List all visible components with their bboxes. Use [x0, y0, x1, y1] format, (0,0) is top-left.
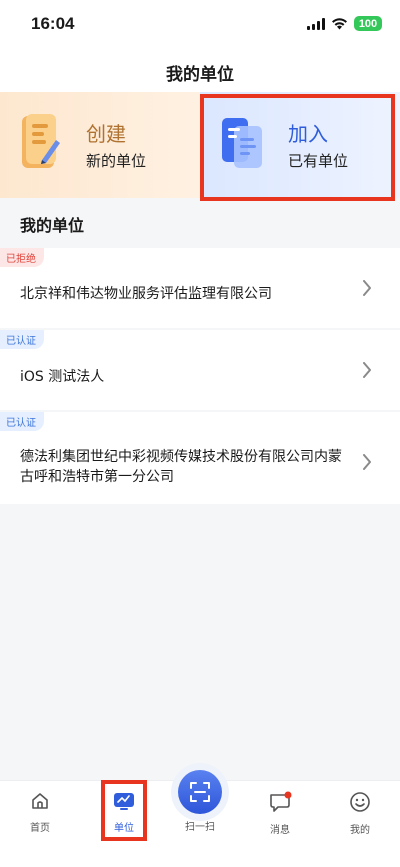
join-subtitle: 已有单位: [288, 152, 349, 170]
list-item[interactable]: 已认证 iOS 测试法人: [0, 330, 400, 410]
tab-messages-label: 消息: [270, 825, 290, 836]
unit-name: iOS 测试法人: [20, 369, 105, 385]
list-item[interactable]: 已拒绝 北京祥和伟达物业服务评估监理有限公司: [0, 248, 400, 328]
smile-icon: [350, 792, 370, 812]
create-unit-card[interactable]: 创建 新的单位: [0, 92, 200, 198]
scan-label: 扫一扫: [185, 822, 215, 833]
home-icon: [32, 793, 48, 809]
status-time: 16:04: [31, 14, 75, 33]
status-bar: 16:04 100: [0, 0, 400, 52]
unit-name: 北京祥和伟达物业服务评估监理有限公司: [20, 286, 272, 302]
action-banner: 创建 新的单位 加入 已有单位: [0, 92, 400, 198]
notebook-pen-icon: [22, 114, 60, 168]
signal-icon: [307, 17, 325, 30]
tab-home[interactable]: 首页: [10, 791, 70, 834]
status-badge: 已认证: [0, 330, 44, 349]
wifi-icon: [332, 18, 347, 30]
message-icon: [270, 791, 292, 812]
scan-icon: [190, 782, 210, 802]
chevron-right-icon: [363, 454, 371, 470]
tab-home-label: 首页: [30, 823, 50, 834]
status-icons: 100: [307, 16, 382, 31]
tab-mine-label: 我的: [350, 825, 370, 836]
chevron-right-icon: [363, 362, 371, 378]
unit-name: 德法利集团世纪中彩视频传媒技术股份有限公司内蒙古呼和浩特市第一分公司: [20, 449, 342, 485]
list-item[interactable]: 已认证 德法利集团世纪中彩视频传媒技术股份有限公司内蒙古呼和浩特市第一分公司: [0, 412, 400, 504]
section-title: 我的单位: [20, 216, 85, 235]
join-unit-card[interactable]: 加入 已有单位: [200, 92, 400, 198]
status-badge: 已认证: [0, 412, 44, 431]
unit-list: 已拒绝 北京祥和伟达物业服务评估监理有限公司 已认证 iOS 测试法人 已认证 …: [0, 248, 400, 506]
create-title: 创建: [86, 122, 126, 146]
unit-monitor-icon: [114, 793, 134, 810]
battery-indicator: 100: [354, 16, 382, 31]
status-badge: 已拒绝: [0, 248, 44, 267]
nav-bar: 我的单位: [0, 52, 400, 92]
tab-messages[interactable]: 消息: [250, 791, 310, 836]
documents-icon: [222, 118, 262, 168]
tab-unit[interactable]: 单位: [94, 791, 154, 834]
tab-unit-label: 单位: [114, 823, 134, 834]
scan-button[interactable]: [178, 770, 222, 814]
join-title: 加入: [288, 122, 328, 146]
page-title: 我的单位: [166, 64, 234, 85]
tab-mine[interactable]: 我的: [330, 791, 390, 836]
chevron-right-icon: [363, 280, 371, 296]
create-subtitle: 新的单位: [86, 152, 147, 170]
